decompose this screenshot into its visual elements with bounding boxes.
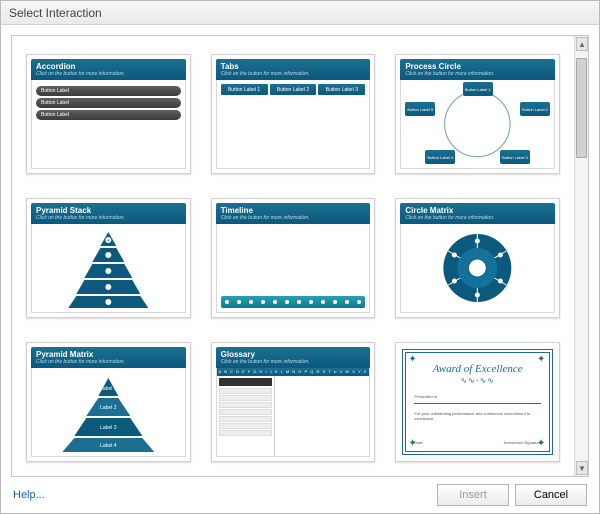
thumb-title: Accordion — [36, 62, 181, 71]
pm-label: Label 3 — [100, 425, 117, 431]
glossary-alpha-bar: A B C D E F G H I J K L M N O P Q R S T … — [217, 368, 370, 376]
interaction-pyramid-stack[interactable]: Pyramid Stack Click on the button for mo… — [26, 198, 191, 318]
interaction-glossary[interactable]: Glossary Click on the button for more in… — [211, 342, 376, 462]
thumb-title: Glossary — [221, 350, 366, 359]
thumb-body — [400, 224, 555, 313]
select-interaction-dialog: Select Interaction Accordion Click on th… — [0, 0, 600, 514]
pyramid-matrix-icon: Label 1 Label 2 Label 3 Label 4 — [36, 372, 181, 452]
timeline-bar-icon — [221, 296, 366, 308]
thumb-title: Circle Matrix — [405, 206, 550, 215]
thumb-subtitle: Click on the button for more information… — [36, 215, 181, 221]
thumb-subtitle: Click on the button for more information… — [36, 71, 181, 77]
scroll-down-button[interactable]: ▼ — [576, 461, 588, 475]
dialog-titlebar: Select Interaction — [1, 1, 599, 25]
certificate-name-line — [414, 403, 541, 404]
pm-label: Label 4 — [100, 443, 117, 449]
thumb-title: Pyramid Stack — [36, 206, 181, 215]
glossary-body — [217, 376, 370, 456]
pyramid-stack-icon: + — [36, 228, 181, 308]
thumb-subtitle: Click on the button for more information… — [36, 359, 181, 365]
thumb-title: Pyramid Matrix — [36, 350, 181, 359]
help-link[interactable]: Help... — [13, 489, 45, 501]
thumb-body: + — [31, 224, 186, 313]
pm-label: Label 1 — [100, 386, 117, 392]
thumb-body: Button Label 1 Button Label 2 Button Lab… — [400, 80, 555, 169]
thumb-body — [216, 224, 371, 313]
insert-button[interactable]: Insert — [437, 484, 509, 506]
thumb-header: Glossary Click on the button for more in… — [216, 347, 371, 368]
interaction-grid: Accordion Click on the button for more i… — [26, 54, 560, 462]
process-node: Button Label 4 — [425, 150, 455, 164]
thumb-header: Pyramid Matrix Click on the button for m… — [31, 347, 186, 368]
interaction-scroll-area: Accordion Click on the button for more i… — [12, 36, 574, 476]
thumb-title: Timeline — [221, 206, 366, 215]
interaction-certificate[interactable]: ✦ ✦ ✦ ✦ Award of Excellence ∿∿◦∿∿ Presen… — [395, 342, 560, 462]
interaction-accordion[interactable]: Accordion Click on the button for more i… — [26, 54, 191, 174]
thumb-header: Timeline Click on the button for more in… — [216, 203, 371, 224]
scrollbar[interactable]: ▲ ▼ — [574, 36, 588, 476]
tab-button: Button Label 1 — [221, 84, 268, 95]
thumb-header: Pyramid Stack Click on the button for mo… — [31, 203, 186, 224]
dialog-content: Accordion Click on the button for more i… — [1, 25, 599, 477]
thumb-header: Accordion Click on the button for more i… — [31, 59, 186, 80]
accordion-row: Button Label — [36, 110, 181, 120]
process-node: Button Label 1 — [463, 82, 493, 96]
glossary-search-icon — [219, 378, 272, 386]
thumb-subtitle: Click on the button for more information… — [405, 215, 550, 221]
process-node: Button Label 2 — [520, 102, 550, 116]
ornament-icon: ✦ — [408, 439, 418, 449]
thumb-subtitle: Click on the button for more information… — [221, 359, 366, 365]
thumb-header: Process Circle Click on the button for m… — [400, 59, 555, 80]
thumb-body: A B C D E F G H I J K L M N O P Q R S T … — [216, 368, 371, 457]
interaction-process-circle[interactable]: Process Circle Click on the button for m… — [395, 54, 560, 174]
scroll-thumb[interactable] — [576, 58, 587, 158]
thumb-subtitle: Click on the button for more information… — [221, 71, 366, 77]
glossary-detail — [275, 376, 370, 456]
accordion-row: Button Label — [36, 98, 181, 108]
dialog-footer: Help... Insert Cancel — [1, 477, 599, 513]
pm-label: Label 2 — [100, 405, 117, 411]
tab-button: Button Label 2 — [270, 84, 317, 95]
certificate-presented: Presented to — [414, 394, 541, 399]
certificate-title: Award of Excellence — [433, 363, 523, 375]
thumb-body: Button Label 1 Button Label 2 Button Lab… — [216, 80, 371, 169]
thumb-header: Circle Matrix Click on the button for mo… — [400, 203, 555, 224]
scroll-up-button[interactable]: ▲ — [576, 37, 588, 51]
svg-text:+: + — [107, 238, 110, 244]
tab-row: Button Label 1 Button Label 2 Button Lab… — [221, 84, 366, 95]
process-node: Button Label 5 — [405, 102, 435, 116]
certificate-sig-label: Authorized Signature — [504, 440, 541, 445]
interaction-panel: Accordion Click on the button for more i… — [11, 35, 589, 477]
ornament-icon: ✦ — [537, 355, 547, 365]
interaction-pyramid-matrix[interactable]: Pyramid Matrix Click on the button for m… — [26, 342, 191, 462]
interaction-circle-matrix[interactable]: Circle Matrix Click on the button for mo… — [395, 198, 560, 318]
thumb-title: Tabs — [221, 62, 366, 71]
thumb-header: Tabs Click on the button for more inform… — [216, 59, 371, 80]
thumb-title: Process Circle — [405, 62, 550, 71]
certificate-body: For your outstanding performance and con… — [414, 411, 541, 421]
thumb-subtitle: Click on the button for more information… — [405, 71, 550, 77]
circle-matrix-icon — [405, 228, 550, 308]
thumb-body: Label 1 Label 2 Label 3 Label 4 — [31, 368, 186, 457]
swirl-icon: ∿∿◦∿∿ — [460, 376, 495, 385]
thumb-body: Button Label Button Label Button Label — [31, 80, 186, 169]
certificate-sig-row: Date Authorized Signature — [414, 440, 541, 445]
ornament-icon: ✦ — [537, 439, 547, 449]
scroll-track[interactable] — [576, 52, 587, 460]
interaction-timeline[interactable]: Timeline Click on the button for more in… — [211, 198, 376, 318]
ornament-icon: ✦ — [408, 355, 418, 365]
certificate-preview: ✦ ✦ ✦ ✦ Award of Excellence ∿∿◦∿∿ Presen… — [402, 349, 553, 455]
thumb-subtitle: Click on the button for more information… — [221, 215, 366, 221]
interaction-tabs[interactable]: Tabs Click on the button for more inform… — [211, 54, 376, 174]
tab-button: Button Label 3 — [318, 84, 365, 95]
process-node: Button Label 3 — [500, 150, 530, 164]
dialog-title: Select Interaction — [9, 6, 102, 20]
accordion-row: Button Label — [36, 86, 181, 96]
cancel-button[interactable]: Cancel — [515, 484, 587, 506]
glossary-list — [217, 376, 275, 456]
